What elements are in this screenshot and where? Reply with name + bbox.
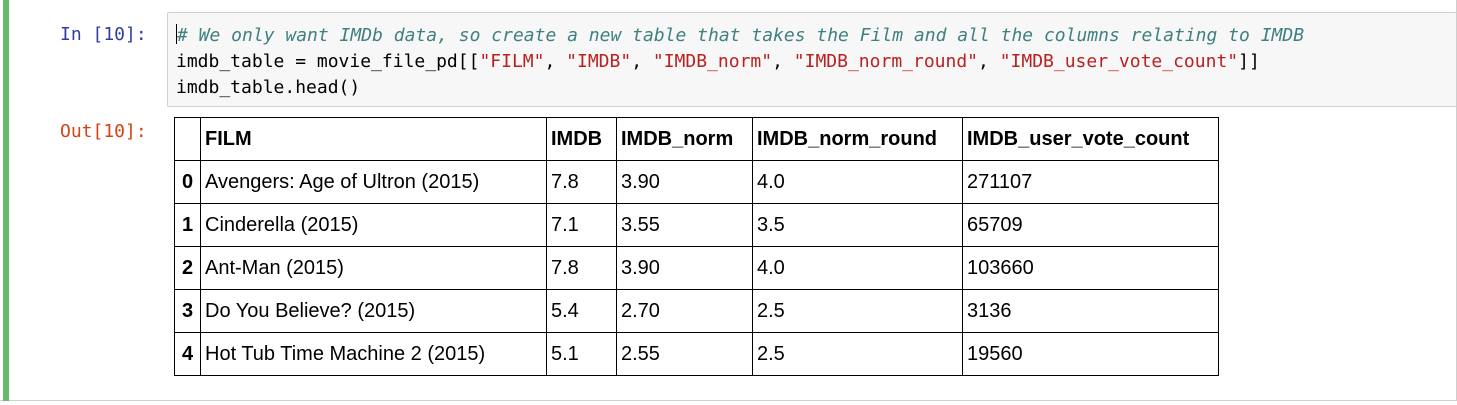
cell-imdb-norm: 3.90 bbox=[616, 160, 753, 204]
cell-imdb: 7.8 bbox=[546, 246, 617, 290]
column-header-imdb: IMDB bbox=[546, 117, 617, 161]
cell-imdb-user-vote-count: 271107 bbox=[962, 160, 1219, 204]
cell-selected-indicator bbox=[3, 0, 9, 401]
row-index: 2 bbox=[174, 246, 201, 290]
table-row: 2 Ant-Man (2015) 7.8 3.90 4.0 103660 bbox=[174, 246, 1219, 290]
table-row: 4 Hot Tub Time Machine 2 (2015) 5.1 2.55… bbox=[174, 332, 1219, 376]
cell-imdb-norm: 3.90 bbox=[616, 246, 753, 290]
row-index: 1 bbox=[174, 203, 201, 247]
dataframe-table: FILM IMDB IMDB_norm IMDB_norm_round IMDB… bbox=[174, 117, 1219, 376]
notebook-cell[interactable]: In [10]: # We only want IMDb data, so cr… bbox=[0, 0, 1457, 401]
code-token-string: "IMDB_norm_round" bbox=[793, 51, 979, 72]
column-header-imdb-user-vote-count: IMDB_user_vote_count bbox=[962, 117, 1219, 161]
cell-film: Ant-Man (2015) bbox=[200, 246, 547, 290]
code-token-plain: imdb_table.head() bbox=[176, 77, 361, 98]
row-index: 3 bbox=[174, 289, 201, 333]
cell-imdb-user-vote-count: 3136 bbox=[962, 289, 1219, 333]
column-header-imdb-norm-round: IMDB_norm_round bbox=[752, 117, 963, 161]
table-row: 0 Avengers: Age of Ultron (2015) 7.8 3.9… bbox=[174, 160, 1219, 204]
cell-imdb: 5.4 bbox=[546, 289, 617, 333]
cell-imdb-user-vote-count: 19560 bbox=[962, 332, 1219, 376]
table-row: 1 Cinderella (2015) 7.1 3.55 3.5 65709 bbox=[174, 203, 1219, 247]
cell-imdb-norm: 3.55 bbox=[616, 203, 753, 247]
code-token-plain: , bbox=[978, 51, 1000, 72]
cell-film: Do You Believe? (2015) bbox=[200, 289, 547, 333]
cell-imdb-norm-round: 2.5 bbox=[752, 289, 963, 333]
output-prompt: Out[10]: bbox=[60, 121, 147, 142]
cell-film: Hot Tub Time Machine 2 (2015) bbox=[200, 332, 547, 376]
row-index: 0 bbox=[174, 160, 201, 204]
cell-imdb-norm-round: 2.5 bbox=[752, 332, 963, 376]
table-row: 3 Do You Believe? (2015) 5.4 2.70 2.5 31… bbox=[174, 289, 1219, 333]
code-token-plain: imdb_table = movie_file_pd[[ bbox=[176, 51, 480, 72]
code-editor[interactable]: # We only want IMDb data, so create a ne… bbox=[167, 12, 1457, 107]
cell-imdb-norm: 2.70 bbox=[616, 289, 753, 333]
code-token-string: "IMDB_norm" bbox=[652, 51, 773, 72]
column-header-imdb-norm: IMDB_norm bbox=[616, 117, 753, 161]
code-token-plain: , bbox=[631, 51, 653, 72]
code-line-2: imdb_table = movie_file_pd[["FILM", "IMD… bbox=[176, 51, 1260, 72]
code-line-1: # We only want IMDb data, so create a ne… bbox=[177, 25, 1304, 46]
code-line-3: imdb_table.head() bbox=[176, 77, 360, 98]
index-header bbox=[174, 117, 201, 161]
cell-film: Cinderella (2015) bbox=[200, 203, 547, 247]
cell-imdb-norm: 2.55 bbox=[616, 332, 753, 376]
cell-imdb: 5.1 bbox=[546, 332, 617, 376]
cell-imdb-norm-round: 4.0 bbox=[752, 160, 963, 204]
row-index: 4 bbox=[174, 332, 201, 376]
cell-film: Avengers: Age of Ultron (2015) bbox=[200, 160, 547, 204]
cell-imdb-user-vote-count: 65709 bbox=[962, 203, 1219, 247]
code-token-comment: # We only want IMDb data, so create a ne… bbox=[177, 25, 1305, 46]
code-token-plain: , bbox=[772, 51, 794, 72]
code-text[interactable]: # We only want IMDb data, so create a ne… bbox=[176, 23, 1304, 101]
column-header-film: FILM bbox=[200, 117, 547, 161]
code-token-string: "IMDB" bbox=[566, 51, 632, 72]
code-token-string: "IMDB_user_vote_count" bbox=[999, 51, 1239, 72]
cell-imdb: 7.1 bbox=[546, 203, 617, 247]
input-prompt: In [10]: bbox=[60, 24, 147, 45]
code-token-plain: ]] bbox=[1238, 51, 1260, 72]
code-token-plain: , bbox=[544, 51, 567, 72]
table-header-row: FILM IMDB IMDB_norm IMDB_norm_round IMDB… bbox=[174, 117, 1219, 161]
cell-imdb-norm-round: 4.0 bbox=[752, 246, 963, 290]
cell-imdb: 7.8 bbox=[546, 160, 617, 204]
cell-imdb-norm-round: 3.5 bbox=[752, 203, 963, 247]
cell-imdb-user-vote-count: 103660 bbox=[962, 246, 1219, 290]
code-token-string: "FILM" bbox=[479, 51, 545, 72]
